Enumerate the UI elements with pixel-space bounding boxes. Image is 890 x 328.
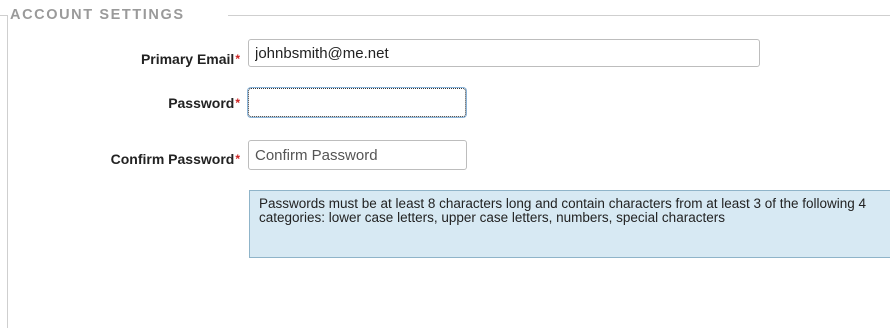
password-requirements-hint: Passwords must be at least 8 characters … (249, 190, 890, 258)
confirm-password-label-text: Confirm Password (110, 151, 235, 167)
fieldset-border-left (7, 15, 8, 328)
account-settings-page: ACCOUNT SETTINGS Primary Email* Password… (0, 0, 890, 328)
section-legend: ACCOUNT SETTINGS (10, 7, 185, 23)
password-required-mark: * (235, 96, 240, 110)
confirm-password-label: Confirm Password* (111, 150, 240, 169)
fieldset-border-top-right (228, 15, 890, 16)
email-label: Primary Email* (141, 50, 240, 69)
fieldset-border-top-left (0, 15, 7, 16)
password-label-text: Password (168, 95, 235, 111)
confirm-password-input[interactable] (248, 140, 467, 170)
email-required-mark: * (235, 52, 240, 66)
email-label-text: Primary Email (140, 51, 235, 67)
confirm-password-required-mark: * (235, 152, 240, 166)
password-label: Password* (168, 94, 240, 113)
password-input[interactable] (248, 88, 466, 117)
primary-email-input[interactable] (248, 39, 760, 67)
